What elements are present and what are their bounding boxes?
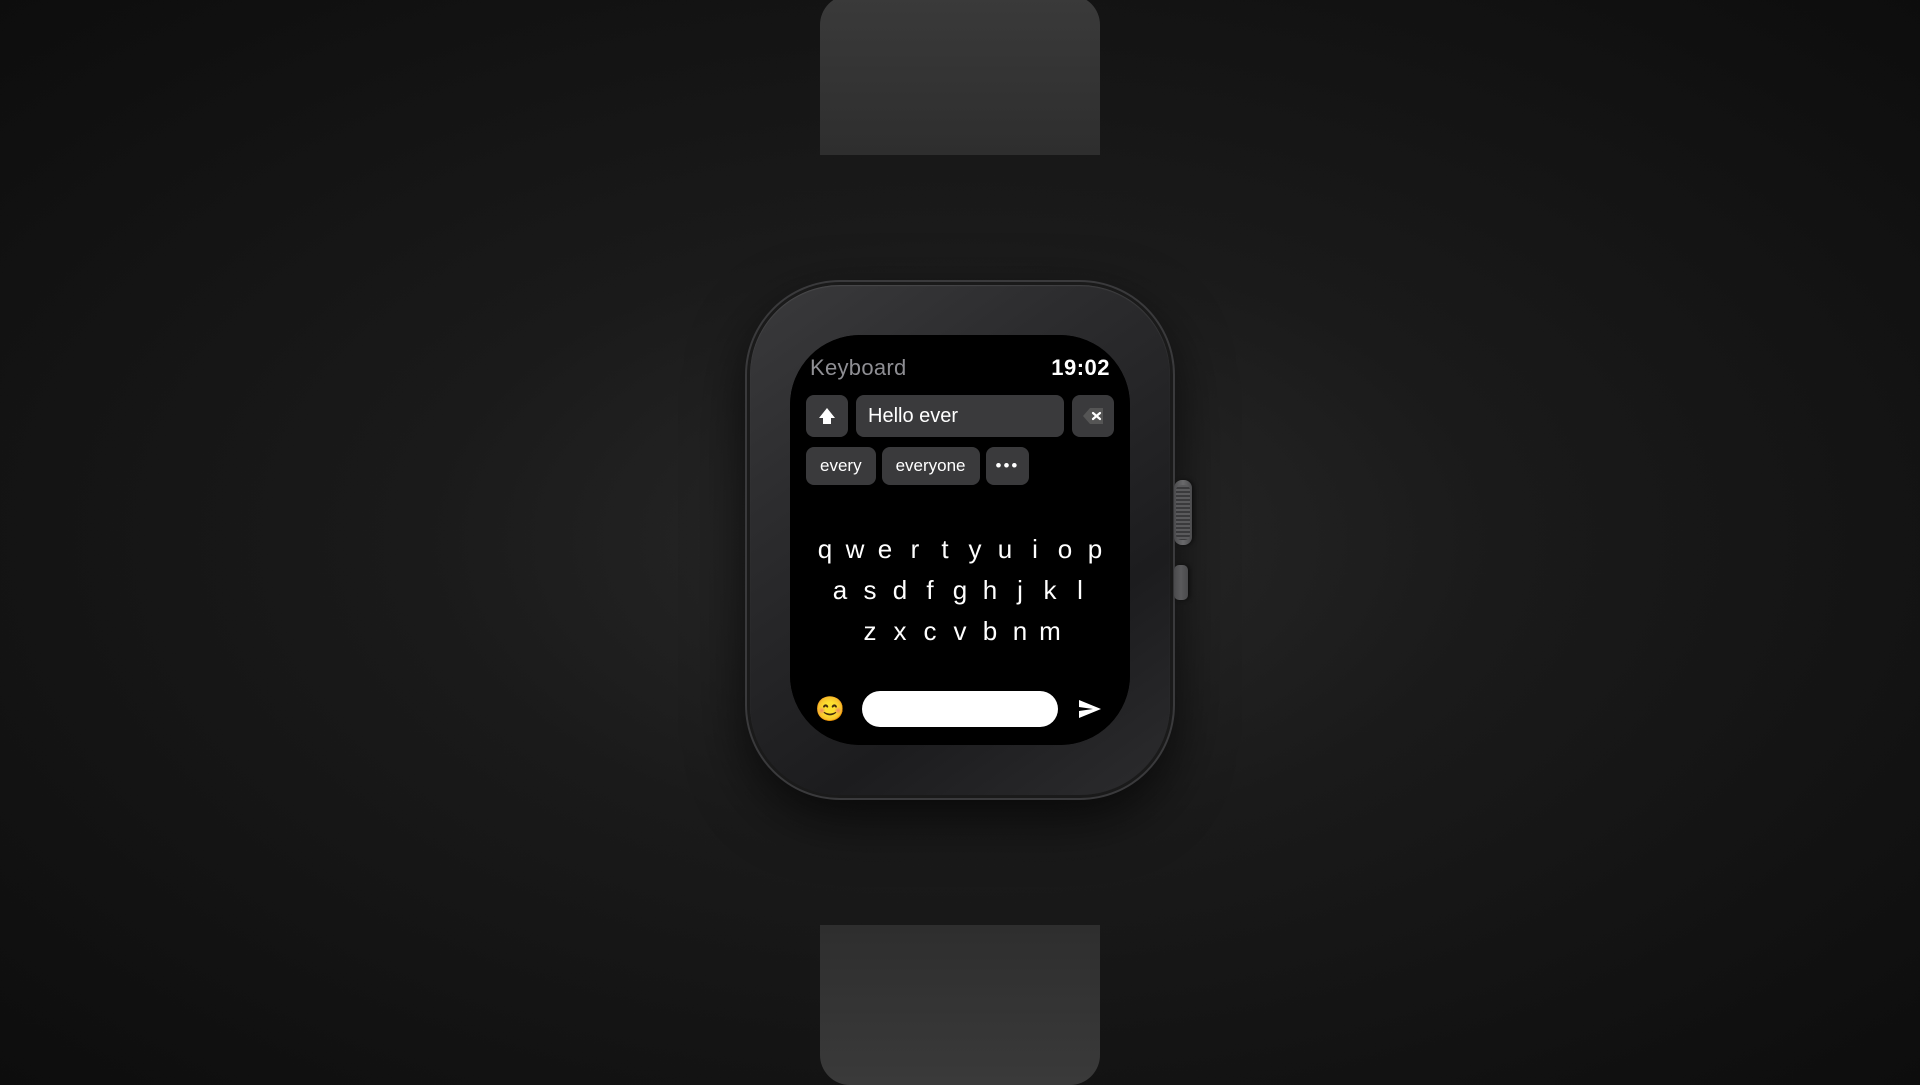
key-o[interactable]: o <box>1052 534 1078 565</box>
text-input-field[interactable]: Hello ever <box>856 395 1064 437</box>
text-input-row: Hello ever <box>802 395 1118 437</box>
suggestion-every: every <box>820 456 862 476</box>
side-button[interactable] <box>1174 565 1188 600</box>
bottom-row: 😊 <box>802 681 1118 733</box>
key-x[interactable]: x <box>887 616 913 647</box>
key-h[interactable]: h <box>977 575 1003 606</box>
delete-icon <box>1082 407 1104 425</box>
emoji-button[interactable]: 😊 <box>810 689 850 729</box>
watch-band-bottom <box>820 925 1100 1085</box>
autocomplete-more[interactable]: ••• <box>986 447 1030 485</box>
key-d[interactable]: d <box>887 575 913 606</box>
key-t[interactable]: t <box>932 534 958 565</box>
watch-screen: Keyboard 19:02 Hello ever <box>790 335 1130 745</box>
key-r[interactable]: r <box>902 534 928 565</box>
key-c[interactable]: c <box>917 616 943 647</box>
keyboard-row-3: z x c v b n m <box>802 612 1118 651</box>
digital-crown[interactable] <box>1174 480 1192 545</box>
key-u[interactable]: u <box>992 534 1018 565</box>
key-s[interactable]: s <box>857 575 883 606</box>
autocomplete-every[interactable]: every <box>806 447 876 485</box>
more-dots: ••• <box>996 456 1020 476</box>
key-k[interactable]: k <box>1037 575 1063 606</box>
watch-screen-bezel: Keyboard 19:02 Hello ever <box>790 335 1130 745</box>
keyboard-area: q w e r t y u i o p a s d <box>802 499 1118 681</box>
keyboard-row-2: a s d f g h j k l <box>802 571 1118 610</box>
watch-header: Keyboard 19:02 <box>802 355 1118 381</box>
space-bar[interactable] <box>862 691 1058 727</box>
key-i[interactable]: i <box>1022 534 1048 565</box>
key-q[interactable]: q <box>812 534 838 565</box>
app-title: Keyboard <box>810 355 907 381</box>
key-n[interactable]: n <box>1007 616 1033 647</box>
key-b[interactable]: b <box>977 616 1003 647</box>
key-j[interactable]: j <box>1007 575 1033 606</box>
watch-band-top <box>820 0 1100 155</box>
watch-body: Keyboard 19:02 Hello ever <box>750 285 1170 795</box>
key-m[interactable]: m <box>1037 616 1063 647</box>
key-y[interactable]: y <box>962 534 988 565</box>
key-g[interactable]: g <box>947 575 973 606</box>
shift-button[interactable] <box>806 395 848 437</box>
key-e[interactable]: e <box>872 534 898 565</box>
suggestion-everyone: everyone <box>896 456 966 476</box>
autocomplete-row: every everyone ••• <box>802 447 1118 485</box>
key-l[interactable]: l <box>1067 575 1093 606</box>
send-icon <box>1077 698 1103 720</box>
input-text: Hello ever <box>868 405 958 428</box>
autocomplete-everyone[interactable]: everyone <box>882 447 980 485</box>
delete-button[interactable] <box>1072 395 1114 437</box>
key-f[interactable]: f <box>917 575 943 606</box>
key-p[interactable]: p <box>1082 534 1108 565</box>
key-v[interactable]: v <box>947 616 973 647</box>
keyboard-row-1: q w e r t y u i o p <box>802 530 1118 569</box>
key-w[interactable]: w <box>842 534 868 565</box>
key-a[interactable]: a <box>827 575 853 606</box>
send-button[interactable] <box>1070 689 1110 729</box>
emoji-icon: 😊 <box>815 695 845 724</box>
shift-icon <box>817 406 837 426</box>
watch-time: 19:02 <box>1051 355 1110 381</box>
key-z[interactable]: z <box>857 616 883 647</box>
